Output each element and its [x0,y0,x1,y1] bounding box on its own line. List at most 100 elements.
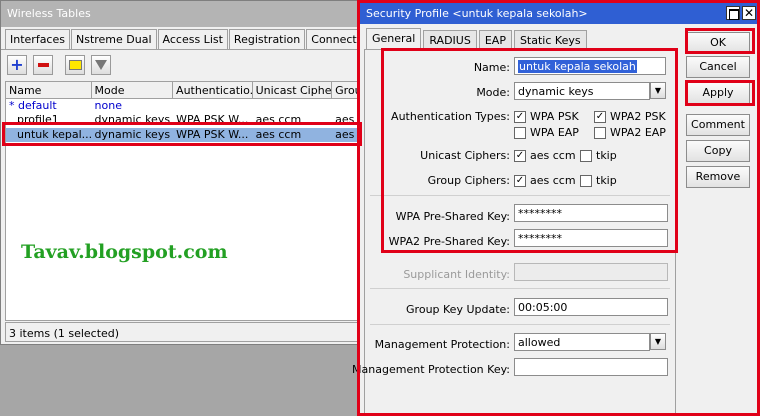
cancel-button[interactable]: Cancel [686,56,750,78]
column-mode[interactable]: Mode [92,82,174,99]
filter-button[interactable] [91,54,111,75]
check-icon: ✓ [514,174,526,187]
mgmt-protection-key-label: Management Protection Key: [352,363,510,376]
cell-name: untuk kepal... [17,128,92,141]
group-aes-checkbox[interactable]: ✓ aes ccm [514,174,576,187]
unicast-tkip-checkbox[interactable]: tkip [580,149,617,162]
cell-mode: dynamic keys [94,113,171,126]
wpa-key-field[interactable]: ******** [514,204,668,222]
group-aes-label: aes ccm [530,174,576,187]
comment-button[interactable] [65,54,85,75]
column-name[interactable]: Name [6,82,92,99]
check-icon: ✓ [514,149,526,162]
table-header: Name Mode Authenticatio... Unicast Ciphe… [6,82,362,99]
chevron-down-icon[interactable]: ▼ [650,333,666,350]
name-field[interactable]: untuk kepala sekolah [514,57,666,75]
cell-group [332,99,362,113]
auth-wpa2-psk-checkbox[interactable]: ✓ WPA2 PSK [594,110,666,123]
auth-types-label: Authentication Types: [391,110,510,123]
remove-button[interactable] [33,54,53,75]
chevron-down-icon[interactable]: ▼ [650,82,666,99]
tab-radius[interactable]: RADIUS [423,30,477,50]
unicast-aes-checkbox[interactable]: ✓ aes ccm [514,149,576,162]
minus-icon [37,62,49,67]
checkbox-empty-icon [594,126,606,139]
divider [370,195,670,196]
remove-button[interactable]: Remove [686,166,750,188]
column-authentication[interactable]: Authenticatio... [173,82,253,99]
add-button[interactable]: + [7,54,27,75]
group-ciphers-label: Group Ciphers: [427,174,510,187]
apply-button[interactable]: Apply [686,82,750,104]
ok-button[interactable]: OK [686,32,750,54]
wpa2-key-label: WPA2 Pre-Shared Key: [388,235,510,248]
checkbox-empty-icon [580,149,592,162]
table-row-selected[interactable]: untuk kepal... dynamic keys WPA PSK W...… [6,128,362,142]
group-key-update-field[interactable]: 00:05:00 [514,298,668,316]
unicast-tkip-label: tkip [596,149,617,162]
checkbox-empty-icon [580,174,592,187]
supplicant-field[interactable] [514,263,668,281]
profiles-table: Name Mode Authenticatio... Unicast Ciphe… [5,81,363,321]
checkbox-empty-icon [514,126,526,139]
auth-wpa-psk-label: WPA PSK [530,110,579,123]
column-group[interactable]: Group [332,82,362,99]
cell-unicast: aes ccm [255,128,302,141]
group-tkip-checkbox[interactable]: tkip [580,174,617,187]
cell-auth [173,99,253,113]
cell-auth: WPA PSK W... [176,128,249,141]
unicast-ciphers-label: Unicast Ciphers: [420,149,510,162]
auth-wpa2-eap-checkbox[interactable]: WPA2 EAP [594,126,666,139]
cell-mode: dynamic keys [94,128,171,141]
cell-auth: WPA PSK W... [176,113,249,126]
tab-interfaces[interactable]: Interfaces [5,29,70,49]
wpa-key-label: WPA Pre-Shared Key: [395,210,510,223]
group-key-update-label: Group Key Update: [406,303,510,316]
maximize-icon[interactable] [726,6,740,20]
column-unicast-ciphers[interactable]: Unicast Ciphers [253,82,333,99]
cell-name: * default [6,99,92,113]
tab-access-list[interactable]: Access List [157,29,228,49]
wpa2-key-field[interactable]: ******** [514,229,668,247]
blog-watermark: Tavav.blogspot.com [21,241,228,263]
wireless-tables-window: Wireless Tables Interfaces Nstreme Dual … [0,0,403,345]
check-icon: ✓ [514,110,526,123]
default-marker: * [9,99,15,112]
tab-eap[interactable]: EAP [478,30,512,50]
mgmt-protection-select[interactable]: allowed [514,333,650,351]
tab-nstreme-dual[interactable]: Nstreme Dual [70,29,157,49]
auth-wpa-eap-label: WPA EAP [530,126,579,139]
auth-wpa-psk-checkbox[interactable]: ✓ WPA PSK [514,110,579,123]
security-profile-dialog: Security Profile <untuk kepala sekolah> … [352,2,760,416]
note-icon [68,59,82,70]
name-label: Name: [473,61,510,74]
window-title: Wireless Tables [1,1,361,27]
cell-mode: none [94,99,122,112]
cell-unicast [253,99,333,113]
dialog-tabs: General RADIUS EAP Static Keys [366,28,589,50]
auth-wpa2-psk-label: WPA2 PSK [610,110,666,123]
divider [370,288,670,289]
dialog-title: Security Profile <untuk kepala sekolah> [360,2,760,24]
table-row[interactable]: profile1 dynamic keys WPA PSK W... aes c… [6,113,362,127]
comment-button[interactable]: Comment [686,114,750,136]
close-icon[interactable]: ✕ [742,6,756,20]
divider [370,324,670,325]
copy-button[interactable]: Copy [686,140,750,162]
name-value: untuk kepala sekolah [518,60,637,73]
table-row[interactable]: * default none [6,99,362,113]
tab-registration[interactable]: Registration [228,29,306,49]
tab-general[interactable]: General [366,28,422,50]
mgmt-protection-label: Management Protection: [374,338,510,351]
mgmt-protection-key-field[interactable] [514,358,668,376]
filter-icon [95,59,107,70]
mode-select[interactable]: dynamic keys [514,82,650,100]
cell-name: profile1 [17,113,59,126]
group-tkip-label: tkip [596,174,617,187]
cell-unicast: aes ccm [255,113,302,126]
auth-wpa-eap-checkbox[interactable]: WPA EAP [514,126,579,139]
unicast-aes-label: aes ccm [530,149,576,162]
status-bar: 3 items (1 selected) [5,322,361,342]
tab-static-keys[interactable]: Static Keys [513,30,587,50]
auth-wpa2-eap-label: WPA2 EAP [610,126,666,139]
